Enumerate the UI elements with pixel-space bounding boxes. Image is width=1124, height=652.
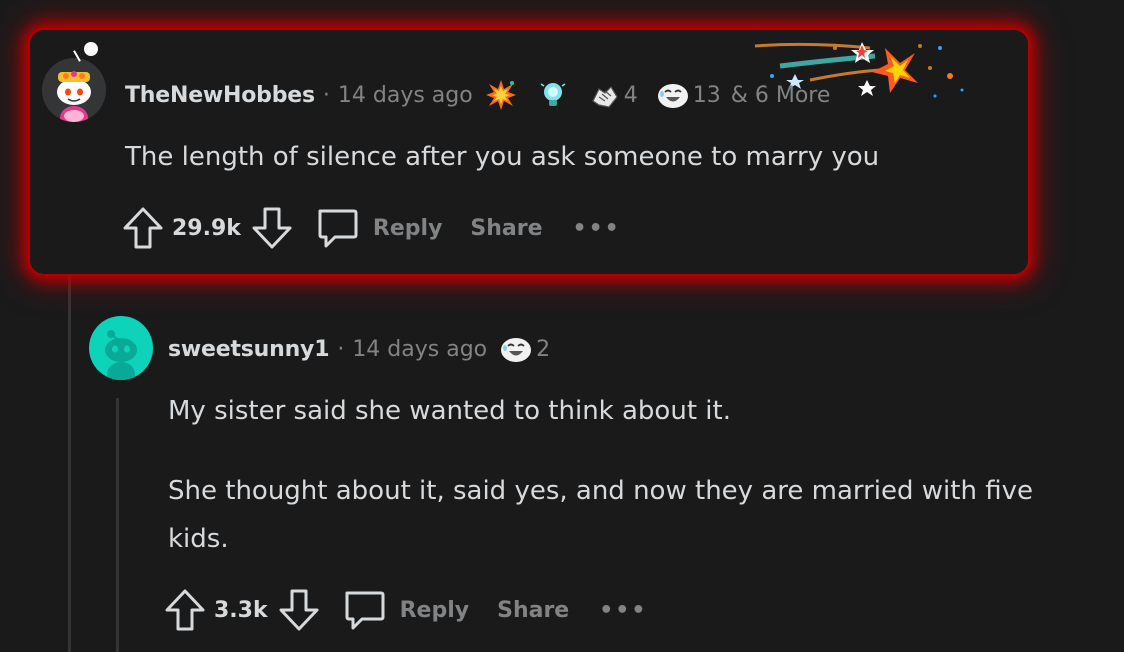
- avatar[interactable]: [42, 58, 106, 122]
- upvote-arrow-icon: [123, 207, 163, 249]
- more-awards-link[interactable]: & 6 More: [731, 83, 831, 108]
- timestamp[interactable]: 14 days ago: [352, 337, 487, 362]
- upvote-button[interactable]: [122, 206, 164, 250]
- comment-actions: 3.3k Reply Share •••: [164, 588, 647, 632]
- award[interactable]: 4: [589, 79, 638, 111]
- more-options-button[interactable]: •••: [599, 598, 647, 623]
- award[interactable]: 13: [656, 80, 721, 110]
- comment-paragraph: She thought about it, said yes, and now …: [168, 476, 1033, 554]
- laughing-face-award-icon: [657, 84, 688, 108]
- avatar-antenna: [84, 42, 98, 56]
- comment-actions: 29.9k Reply Share •••: [122, 206, 621, 250]
- avatar[interactable]: [89, 316, 153, 380]
- award[interactable]: [485, 79, 520, 111]
- reply-button[interactable]: Reply: [315, 206, 443, 250]
- explosion-award-icon: [485, 80, 516, 110]
- username[interactable]: sweetsunny1: [168, 337, 330, 362]
- comment-body: The length of silence after you ask some…: [125, 133, 879, 181]
- award[interactable]: [538, 80, 571, 110]
- handshake-award-icon: [591, 86, 618, 108]
- downvote-arrow-icon: [252, 207, 292, 249]
- comment-bubble-icon: [345, 591, 385, 630]
- share-button[interactable]: Share: [470, 216, 542, 241]
- reply-button[interactable]: Reply: [342, 588, 470, 632]
- share-button[interactable]: Share: [497, 598, 569, 623]
- vote-score: 29.9k: [172, 215, 241, 241]
- comment-bubble-icon: [318, 209, 358, 248]
- username[interactable]: TheNewHobbes: [125, 83, 315, 108]
- reply-label: Reply: [372, 215, 443, 241]
- separator-dot: ·: [337, 336, 345, 362]
- snoo-avatar-icon: [105, 330, 137, 380]
- thread-line-reply[interactable]: [116, 398, 119, 652]
- laughing-face-award-icon: [501, 338, 532, 362]
- downvote-arrow-icon: [279, 589, 319, 631]
- award[interactable]: 2: [499, 334, 550, 364]
- upvote-arrow-icon: [165, 589, 205, 631]
- downvote-button[interactable]: [251, 206, 293, 250]
- lightbulb-award-icon: [540, 83, 566, 106]
- more-options-button[interactable]: •••: [573, 216, 621, 241]
- comment-meta: sweetsunny1 · 14 days ago 2: [168, 332, 550, 366]
- comment-meta: TheNewHobbes · 14 days ago 4 13 & 6 More: [125, 78, 830, 112]
- separator-dot: ·: [322, 82, 330, 108]
- upvote-button[interactable]: [164, 588, 206, 632]
- comment-text: The length of silence after you ask some…: [125, 142, 880, 172]
- comment-paragraph: My sister said she wanted to think about…: [168, 396, 731, 426]
- comment-body: My sister said she wanted to think about…: [168, 387, 1038, 563]
- timestamp[interactable]: 14 days ago: [338, 83, 473, 108]
- vote-score: 3.3k: [214, 597, 268, 623]
- reply-label: Reply: [399, 597, 470, 623]
- downvote-button[interactable]: [278, 588, 320, 632]
- snoo-avatar-icon: [57, 71, 91, 122]
